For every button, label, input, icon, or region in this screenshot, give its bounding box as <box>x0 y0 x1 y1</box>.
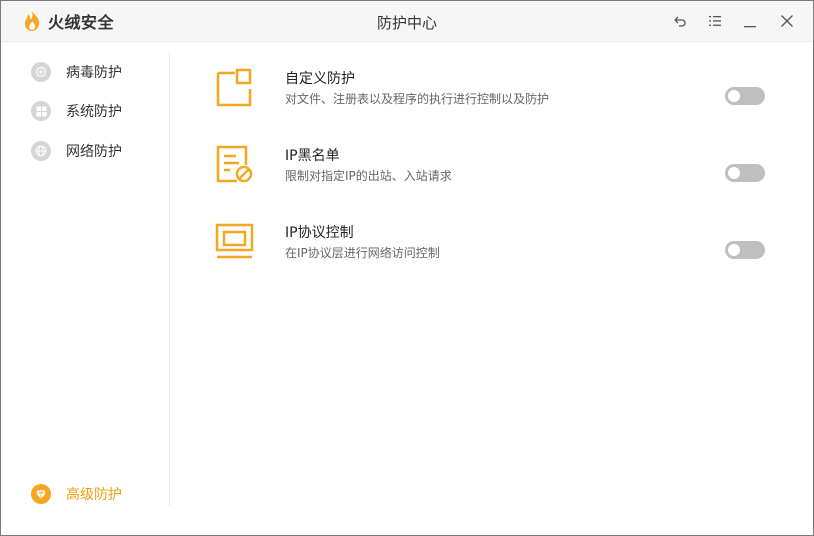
app-window: 火绒安全 防护中心 病毒防护 系统防护 网络防护 高级防护 自定义防护 对文件、… <box>0 0 814 536</box>
ip-protocol-control-toggle[interactable] <box>725 241 765 259</box>
sidebar-item-label: 病毒防护 <box>66 65 122 81</box>
sidebar-item-label: 系统防护 <box>66 104 122 120</box>
window-title: 防护中心 <box>376 14 437 32</box>
custom-protection-icon <box>216 68 252 107</box>
sidebar-item-virus-protection[interactable]: 病毒防护 <box>31 61 122 83</box>
windows-icon <box>31 101 51 121</box>
feature-ip-blacklist: IP黑名单 限制对指定IP的出站、入站请求 <box>215 145 775 201</box>
ip-blacklist-toggle[interactable] <box>725 164 765 182</box>
sidebar-item-advanced-protection[interactable]: 高级防护 <box>31 483 122 505</box>
ip-protocol-icon <box>215 223 254 259</box>
sidebar-item-network-protection[interactable]: 网络防护 <box>31 140 122 162</box>
feature-ip-protocol-control: IP协议控制 在IP协议层进行网络访问控制 <box>215 222 775 278</box>
sidebar: 病毒防护 系统防护 网络防护 高级防护 <box>1 42 169 535</box>
sidebar-divider <box>169 53 170 506</box>
back-icon <box>674 16 686 27</box>
feature-title: 自定义防护 <box>285 71 355 87</box>
toggle-knob <box>728 167 740 179</box>
close-icon <box>781 15 793 27</box>
ip-blacklist-icon <box>216 145 253 183</box>
back-button[interactable] <box>670 11 690 31</box>
minimize-button[interactable] <box>740 11 760 31</box>
feature-description: 对文件、注册表以及程序的执行进行控制以及防护 <box>285 92 550 106</box>
feature-title: IP黑名单 <box>285 148 340 164</box>
feature-title: IP协议控制 <box>285 225 354 241</box>
title-bar: 火绒安全 防护中心 <box>1 1 813 42</box>
toggle-knob <box>728 90 740 102</box>
virus-shield-icon <box>31 62 51 82</box>
minimize-icon <box>744 26 756 28</box>
feature-description: 限制对指定IP的出站、入站请求 <box>285 169 452 183</box>
custom-protection-toggle[interactable] <box>725 87 765 105</box>
menu-icon <box>709 16 721 26</box>
globe-icon <box>31 141 51 161</box>
feature-custom-protection: 自定义防护 对文件、注册表以及程序的执行进行控制以及防护 <box>215 68 775 124</box>
sidebar-item-label: 高级防护 <box>66 487 122 503</box>
feature-description: 在IP协议层进行网络访问控制 <box>285 246 440 260</box>
close-button[interactable] <box>777 11 797 31</box>
toggle-knob <box>728 244 740 256</box>
sidebar-item-system-protection[interactable]: 系统防护 <box>31 100 122 122</box>
sidebar-item-label: 网络防护 <box>66 144 122 160</box>
diamond-icon <box>31 484 51 504</box>
menu-button[interactable] <box>705 11 725 31</box>
